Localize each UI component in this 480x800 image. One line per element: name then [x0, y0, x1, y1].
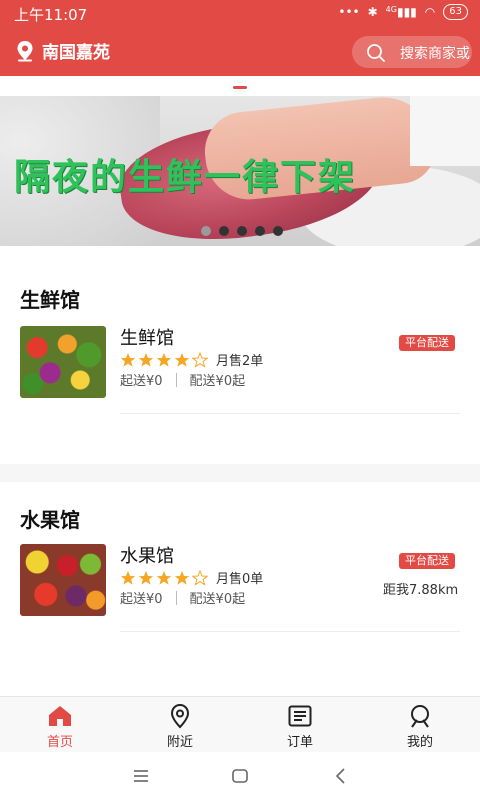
- app-header: 南国嘉苑 搜索商家或: [0, 26, 480, 76]
- home-button-icon[interactable]: [228, 764, 252, 788]
- location-pin-icon: [170, 703, 190, 729]
- carousel-dot[interactable]: [237, 226, 247, 236]
- star-empty-icon: [192, 351, 208, 368]
- nav-orders[interactable]: 订单: [240, 697, 360, 753]
- section-title: 水果馆: [20, 508, 80, 532]
- search-placeholder: 搜索商家或: [400, 46, 470, 62]
- signal-label: 4G: [385, 5, 397, 14]
- banner-sleeve-image: [410, 96, 480, 166]
- row-divider: [120, 413, 460, 414]
- home-icon: [49, 706, 71, 726]
- carousel-dot[interactable]: [273, 226, 283, 236]
- shop-thumbnail[interactable]: [20, 544, 106, 616]
- shop-name[interactable]: 生鲜馆: [120, 324, 174, 350]
- star-filled-icon: [174, 570, 190, 585]
- carousel-dots: [201, 226, 283, 236]
- carousel-dot[interactable]: [219, 226, 229, 236]
- fee-divider: [175, 590, 177, 605]
- user-icon: [411, 705, 429, 728]
- carousel-dot[interactable]: [201, 226, 211, 236]
- shop-fees: 起送¥0 配送¥0起: [120, 588, 245, 607]
- battery-icon: 63: [443, 4, 468, 20]
- nav-nearby[interactable]: 附近: [120, 697, 240, 753]
- page-indicator: [233, 86, 247, 89]
- shop-distance: 距我7.88km: [383, 583, 459, 598]
- shop-name[interactable]: 水果馆: [120, 542, 174, 568]
- monthly-sales: 月售2单: [216, 354, 264, 369]
- section-fresh: 生鲜馆 生鲜馆 平台配送 月售2单 起送¥0 配送¥0起: [0, 246, 480, 464]
- star-filled-icon: [138, 570, 154, 585]
- status-bar: 上午11:07 ••• ✱ 4G▮▮▮ ◠ 63: [0, 0, 480, 26]
- star-filled-icon: [138, 352, 154, 367]
- monthly-sales: 月售0单: [216, 572, 264, 587]
- nav-label: 订单: [286, 735, 313, 750]
- search-icon: [367, 44, 385, 62]
- star-filled-icon: [120, 570, 136, 585]
- delivery-fee: 配送¥0起: [189, 592, 246, 607]
- nav-label: 我的: [406, 735, 433, 750]
- carousel-dot[interactable]: [255, 226, 265, 236]
- system-nav-bar: [0, 752, 480, 800]
- banner-headline: 隔夜的生鲜一律下架: [14, 157, 357, 198]
- nav-home[interactable]: 首页: [0, 697, 120, 753]
- search-bar[interactable]: 搜索商家或: [352, 36, 472, 68]
- location-pin-icon[interactable]: [16, 40, 34, 62]
- shop-fees: 起送¥0 配送¥0起: [120, 370, 245, 389]
- fee-divider: [175, 372, 177, 387]
- menu-icon[interactable]: [129, 764, 153, 788]
- min-order: 起送¥0: [120, 374, 163, 389]
- nav-mine[interactable]: 我的: [360, 697, 480, 753]
- star-filled-icon: [156, 570, 172, 585]
- nav-label: 附近: [166, 735, 193, 750]
- wifi-icon: ◠: [424, 5, 436, 19]
- signal-icon: 4G▮▮▮: [385, 5, 417, 19]
- delivery-badge: 平台配送: [399, 553, 455, 569]
- status-time: 上午11:07: [14, 6, 88, 24]
- bluetooth-icon: ✱: [367, 5, 378, 19]
- bottom-nav: 首页 附近 订单 我的: [0, 696, 480, 752]
- nav-label: 首页: [46, 735, 73, 750]
- shop-thumbnail[interactable]: [20, 326, 106, 398]
- location-name[interactable]: 南国嘉苑: [42, 38, 110, 63]
- section-gap: [0, 464, 480, 482]
- star-filled-icon: [156, 352, 172, 367]
- star-filled-icon: [120, 352, 136, 367]
- shop-rating: 月售2单: [120, 350, 263, 369]
- row-divider: [120, 631, 460, 632]
- back-icon[interactable]: [329, 764, 353, 788]
- min-order: 起送¥0: [120, 592, 163, 607]
- star-empty-icon: [192, 569, 208, 586]
- battery-level: 63: [449, 6, 462, 17]
- delivery-fee: 配送¥0起: [189, 374, 246, 389]
- status-icons: ••• ✱ 4G▮▮▮ ◠ 63: [338, 4, 468, 20]
- order-list-icon: [288, 705, 312, 727]
- promo-banner[interactable]: 隔夜的生鲜一律下架: [0, 96, 480, 246]
- shop-rating: 月售0单: [120, 568, 263, 587]
- section-title: 生鲜馆: [20, 288, 80, 312]
- section-fruit: 水果馆 水果馆 平台配送 距我7.88km 月售0单 起送¥0 配送¥0起: [0, 482, 480, 696]
- more-dots-icon: •••: [338, 5, 360, 19]
- delivery-badge: 平台配送: [399, 335, 455, 351]
- star-filled-icon: [174, 352, 190, 367]
